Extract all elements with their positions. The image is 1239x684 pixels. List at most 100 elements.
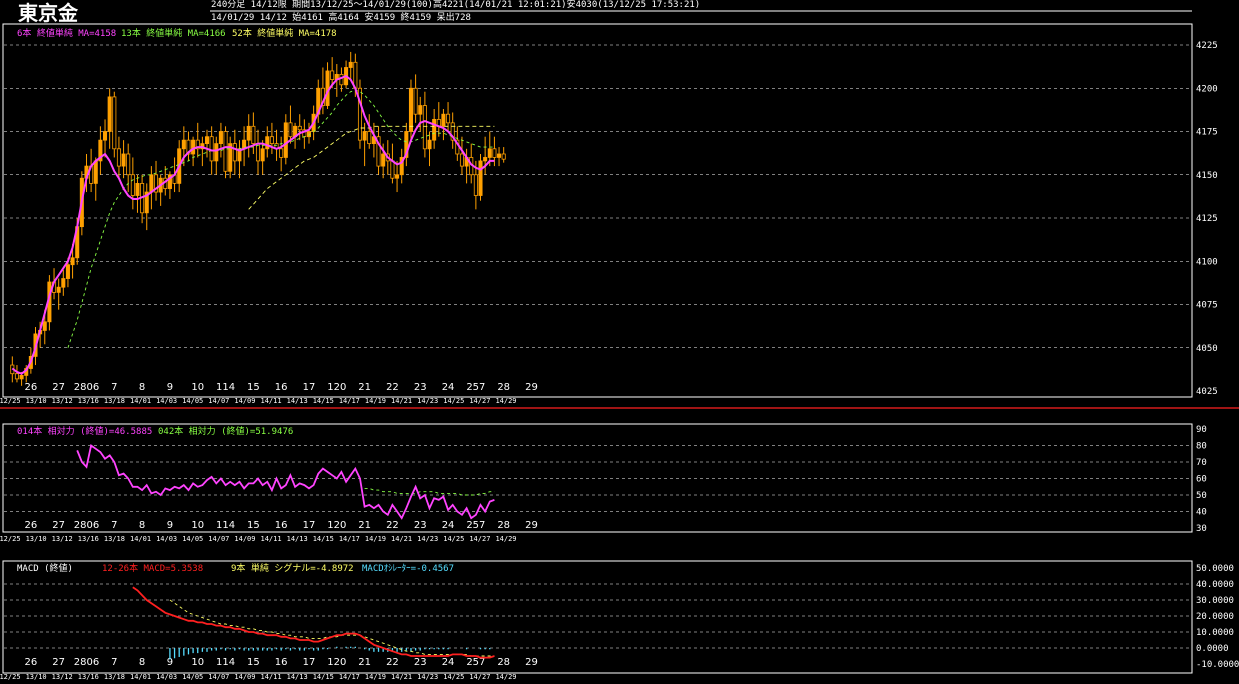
macd-y-tick: 20.0000: [1196, 612, 1234, 622]
candle-body: [70, 257, 75, 266]
macd-panel-frame: [2, 560, 1193, 674]
candle-body: [395, 174, 400, 179]
candle-body: [390, 160, 395, 179]
macd-date-label: 13/10: [26, 673, 47, 681]
macd-date-label: 14/25: [443, 673, 464, 681]
rsi-day-label: 8: [139, 520, 145, 531]
price-day-label: 7: [111, 382, 117, 393]
rsi14-line: [76, 443, 495, 520]
rsi-day-label: 257: [466, 520, 485, 531]
candle-body: [297, 125, 302, 131]
macd-date-label: 14/15: [313, 673, 334, 681]
price-day-label: 15: [247, 382, 260, 393]
price-y-tick: 4200: [1196, 84, 1218, 94]
candle-body: [214, 143, 219, 162]
rsi-date-label: 14/05: [182, 535, 203, 543]
candle-body: [492, 148, 497, 158]
rsi-date-label: 14/01: [130, 535, 151, 543]
rsi-day-label: 9: [167, 520, 173, 531]
macd-y-tick: 30.0000: [1196, 596, 1234, 606]
price-day-label: 22: [386, 382, 399, 393]
chart-canvas: 40254050407541004125415041754200422526 27…: [0, 10, 1239, 681]
macd-day-label: 10: [191, 657, 204, 668]
macd-day-label: 7: [111, 657, 117, 668]
price-date-label: 13/18: [104, 397, 125, 405]
candle-body: [408, 87, 413, 132]
macd-day-label: 27: [52, 657, 65, 668]
rsi-y-tick: 80: [1196, 442, 1207, 452]
candle-body: [432, 118, 437, 141]
rsi-day-label: 2806: [74, 520, 99, 531]
price-date-label: 13/10: [26, 397, 47, 405]
rsi-y-tick: 50: [1196, 491, 1207, 501]
price-y-tick: 4025: [1196, 387, 1218, 397]
candle-body: [362, 131, 367, 141]
price-day-label: 24: [442, 382, 455, 393]
rsi-day-label: 120: [327, 520, 346, 531]
macd-date-label: 14/29: [495, 673, 516, 681]
price-day-label: 10: [191, 382, 204, 393]
candle-body: [135, 182, 140, 196]
ma13-line: [67, 89, 495, 348]
macd-date-label: 14/01: [130, 673, 151, 681]
rsi-date-label: 13/18: [104, 535, 125, 543]
price-date-label: 14/17: [339, 397, 360, 405]
rsi-date-label: 14/15: [313, 535, 334, 543]
price-day-label: 21: [358, 382, 371, 393]
candle-body: [330, 70, 335, 80]
macd-day-label: 15: [247, 657, 260, 668]
candle-body: [478, 160, 483, 196]
rsi-y-tick: 90: [1196, 425, 1207, 435]
macd-y-tick: -10.0000: [1196, 660, 1239, 670]
rsi-date-label: 14/09: [234, 535, 255, 543]
rsi-date-label: 14/11: [261, 535, 282, 543]
rsi-day-label: 23: [414, 520, 427, 531]
macd-date-label: 14/17: [339, 673, 360, 681]
rsi-day-label: 114: [216, 520, 235, 531]
candle-body: [441, 113, 446, 127]
rsi-day-label: 29: [525, 520, 538, 531]
candle-body: [269, 136, 274, 145]
price-day-label: 28: [497, 382, 510, 393]
macd-day-label: 120: [327, 657, 346, 668]
rsi-day-label: 10: [191, 520, 204, 531]
macd-date-label: 14/11: [261, 673, 282, 681]
price-day-label: 26: [24, 382, 37, 393]
candle-body: [459, 153, 464, 167]
candle-body: [232, 143, 237, 162]
rsi-date-label: 14/07: [208, 535, 229, 543]
candle-body: [427, 139, 432, 150]
macd-y-tick: 50.0000: [1196, 564, 1234, 574]
macd-date-label: 14/13: [287, 673, 308, 681]
price-day-label: 27: [52, 382, 65, 393]
macd-day-label: 257: [466, 657, 485, 668]
price-y-tick: 4175: [1196, 128, 1218, 138]
price-y-tick: 4050: [1196, 344, 1218, 354]
macd-y-tick: 0.0000: [1196, 644, 1229, 654]
rsi-day-label: 16: [275, 520, 288, 531]
price-date-label: 14/13: [287, 397, 308, 405]
candle-body: [367, 131, 372, 145]
candle-body: [14, 373, 19, 380]
candle-body: [288, 122, 293, 138]
candle-body: [218, 131, 223, 145]
macd-day-label: 17: [303, 657, 316, 668]
candle-body: [483, 157, 488, 162]
candle-body: [209, 136, 214, 162]
macd-day-label: 8: [139, 657, 145, 668]
price-date-label: 14/29: [495, 397, 516, 405]
macd-date-label: 14/21: [391, 673, 412, 681]
macd-date-label: 13/16: [78, 673, 99, 681]
rsi-date-label: 14/27: [469, 535, 490, 543]
candle-body: [246, 125, 251, 141]
rsi-day-label: 7: [111, 520, 117, 531]
signal-line: [169, 599, 495, 657]
macd-date-label: 14/07: [208, 673, 229, 681]
price-date-label: 14/25: [443, 397, 464, 405]
price-y-tick: 4125: [1196, 214, 1218, 224]
price-day-label: 17: [303, 382, 316, 393]
candle-body: [103, 131, 108, 141]
rsi-day-label: 27: [52, 520, 65, 531]
price-day-label: 114: [216, 382, 235, 393]
price-date-label: 14/11: [261, 397, 282, 405]
